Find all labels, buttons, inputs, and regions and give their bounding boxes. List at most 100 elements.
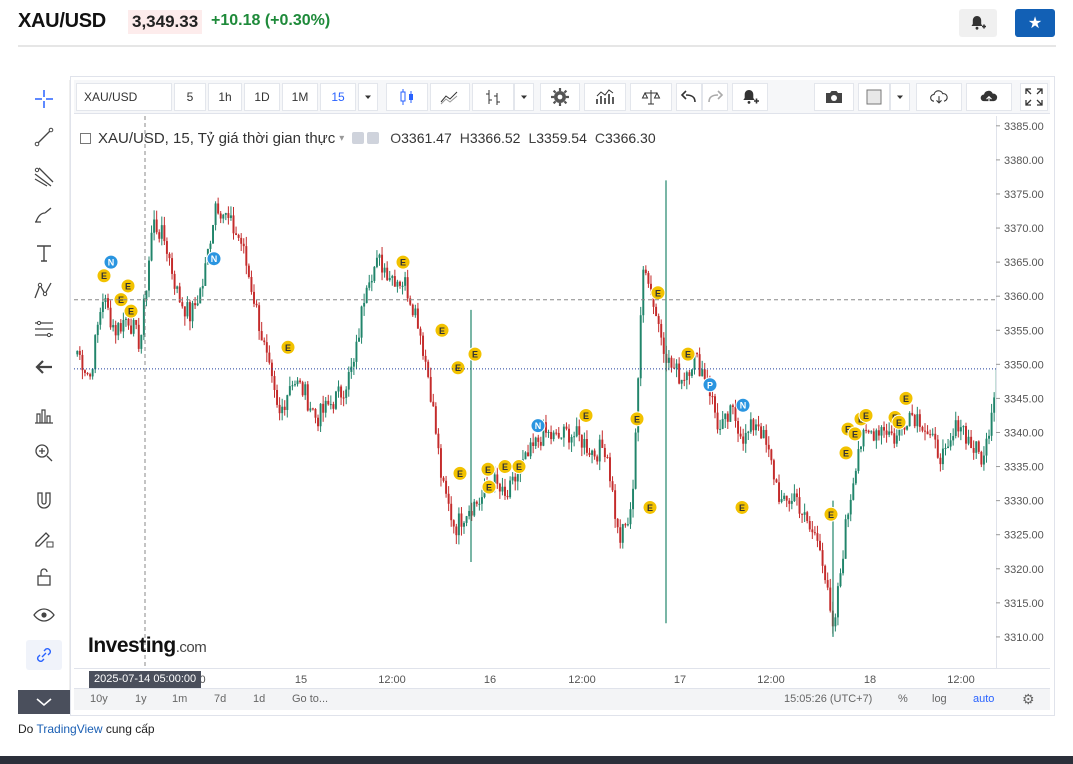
legend-caret-icon[interactable]: ▾ [339, 133, 344, 144]
fullscreen-button[interactable] [1020, 83, 1048, 111]
candle-body [173, 273, 176, 289]
candle-body [388, 277, 391, 281]
range-1m[interactable]: 1m [172, 693, 187, 705]
candles-style-button[interactable] [386, 83, 428, 111]
range-10y[interactable]: 10y [90, 693, 108, 705]
candle-body [611, 481, 614, 491]
y-tick-label: 3360.00 [1004, 291, 1044, 303]
brush-tool[interactable] [26, 200, 62, 230]
candle-body [109, 307, 112, 328]
save-chart-button[interactable] [966, 83, 1012, 111]
candle-body [130, 325, 133, 334]
x-tick-label: 15 [295, 674, 307, 686]
chart-legend: XAU/USD, 15, Tỷ giá thời gian thực ▾ O33… [80, 128, 656, 148]
magnet-tool[interactable] [26, 486, 62, 516]
symbol-search-input[interactable]: XAU/USD [76, 83, 172, 111]
auto-scale-toggle[interactable]: auto [973, 693, 994, 705]
candle-body [916, 414, 919, 427]
interval-15[interactable]: 15 [320, 83, 356, 111]
candle-body [457, 513, 460, 536]
candle-body [982, 455, 985, 465]
candle-body [504, 486, 506, 496]
zoom-in-tool[interactable] [26, 438, 62, 468]
hide-drawings-tool[interactable] [26, 600, 62, 630]
clock-timezone[interactable]: 15:05:26 (UTC+7) [784, 693, 872, 705]
pitchfork-tool[interactable] [26, 162, 62, 192]
candle-body [137, 324, 140, 349]
percent-scale-toggle[interactable]: % [898, 693, 908, 705]
visibility-icon[interactable] [352, 132, 365, 144]
candle-body [89, 374, 92, 377]
candle-body [944, 448, 947, 450]
candle-body [632, 488, 635, 510]
interval-1m[interactable]: 1M [282, 83, 318, 111]
range-1d[interactable]: 1d [253, 693, 265, 705]
trend-line-tool[interactable] [26, 122, 62, 152]
add-alert-button[interactable] [959, 9, 997, 37]
tradingview-link[interactable]: TradingView [36, 722, 102, 736]
cloud-download-icon [930, 90, 948, 104]
gear-icon[interactable]: ⚙ [1022, 691, 1035, 708]
candle-body [829, 587, 832, 611]
candle-body [511, 476, 514, 481]
crosshair-tool[interactable] [26, 84, 62, 114]
indicators-button[interactable] [584, 83, 626, 111]
range-1y[interactable]: 1y [135, 693, 147, 705]
interval-dropdown[interactable] [358, 83, 378, 111]
lock-all-tool[interactable] [26, 562, 62, 592]
candle-body [319, 403, 322, 427]
price-chart[interactable]: EEEENNEEEEEEEEEENEEEEEPNEEEEEEEEEE 3359.… [74, 116, 1050, 688]
candle-body [194, 303, 197, 306]
area-style-button[interactable] [430, 83, 470, 111]
y-tick-label: 3330.00 [1004, 496, 1044, 508]
layout-dropdown[interactable] [890, 83, 910, 111]
range-7d[interactable]: 7d [214, 693, 226, 705]
interval-1h[interactable]: 1h [208, 83, 242, 111]
settings-button[interactable] [540, 83, 580, 111]
link-tool[interactable] [26, 640, 62, 670]
interval-1d[interactable]: 1D [244, 83, 280, 111]
back-arrow-tool[interactable] [26, 352, 62, 382]
candle-body [765, 429, 768, 445]
candle-body [678, 363, 681, 384]
redo-button[interactable] [702, 83, 728, 111]
pattern-tool[interactable] [26, 276, 62, 306]
candle-body [575, 426, 578, 437]
measure-tool[interactable] [26, 314, 62, 344]
candle-body [967, 436, 970, 444]
candle-body [565, 426, 568, 429]
zoom-region-tool[interactable] [26, 400, 62, 430]
candle-body [86, 372, 89, 375]
candle-body [988, 435, 991, 439]
candle-body [480, 497, 483, 504]
candle-body [242, 243, 245, 247]
text-tool[interactable] [26, 238, 62, 268]
candle-body [849, 499, 852, 515]
legend-collapse-icon[interactable] [80, 132, 91, 144]
alert-button[interactable] [732, 83, 768, 111]
candle-body [667, 357, 670, 363]
candle-body [721, 419, 724, 429]
event-marker-letter: E [843, 448, 849, 458]
bars-style-button[interactable] [472, 83, 514, 111]
collapse-toolbar-button[interactable] [18, 690, 70, 714]
load-chart-button[interactable] [916, 83, 962, 111]
undo-button[interactable] [676, 83, 702, 111]
compare-button[interactable] [630, 83, 672, 111]
log-scale-toggle[interactable]: log [932, 693, 947, 705]
candle-body [760, 426, 763, 439]
candle-body [112, 325, 115, 328]
candle-body [816, 533, 819, 541]
settings-icon[interactable] [367, 132, 380, 144]
screenshot-button[interactable] [814, 83, 854, 111]
lock-drawing-tool[interactable] [26, 524, 62, 554]
candle-body [749, 419, 752, 432]
goto-date-button[interactable]: Go to... [292, 693, 328, 705]
fullscreen-layout-button[interactable] [858, 83, 890, 111]
candle-body [163, 225, 166, 242]
interval-5[interactable]: 5 [174, 83, 206, 111]
watchlist-star-button[interactable]: ★ [1015, 9, 1055, 37]
candle-body [975, 441, 978, 453]
candle-body [737, 421, 740, 434]
chart-style-dropdown[interactable] [514, 83, 534, 111]
